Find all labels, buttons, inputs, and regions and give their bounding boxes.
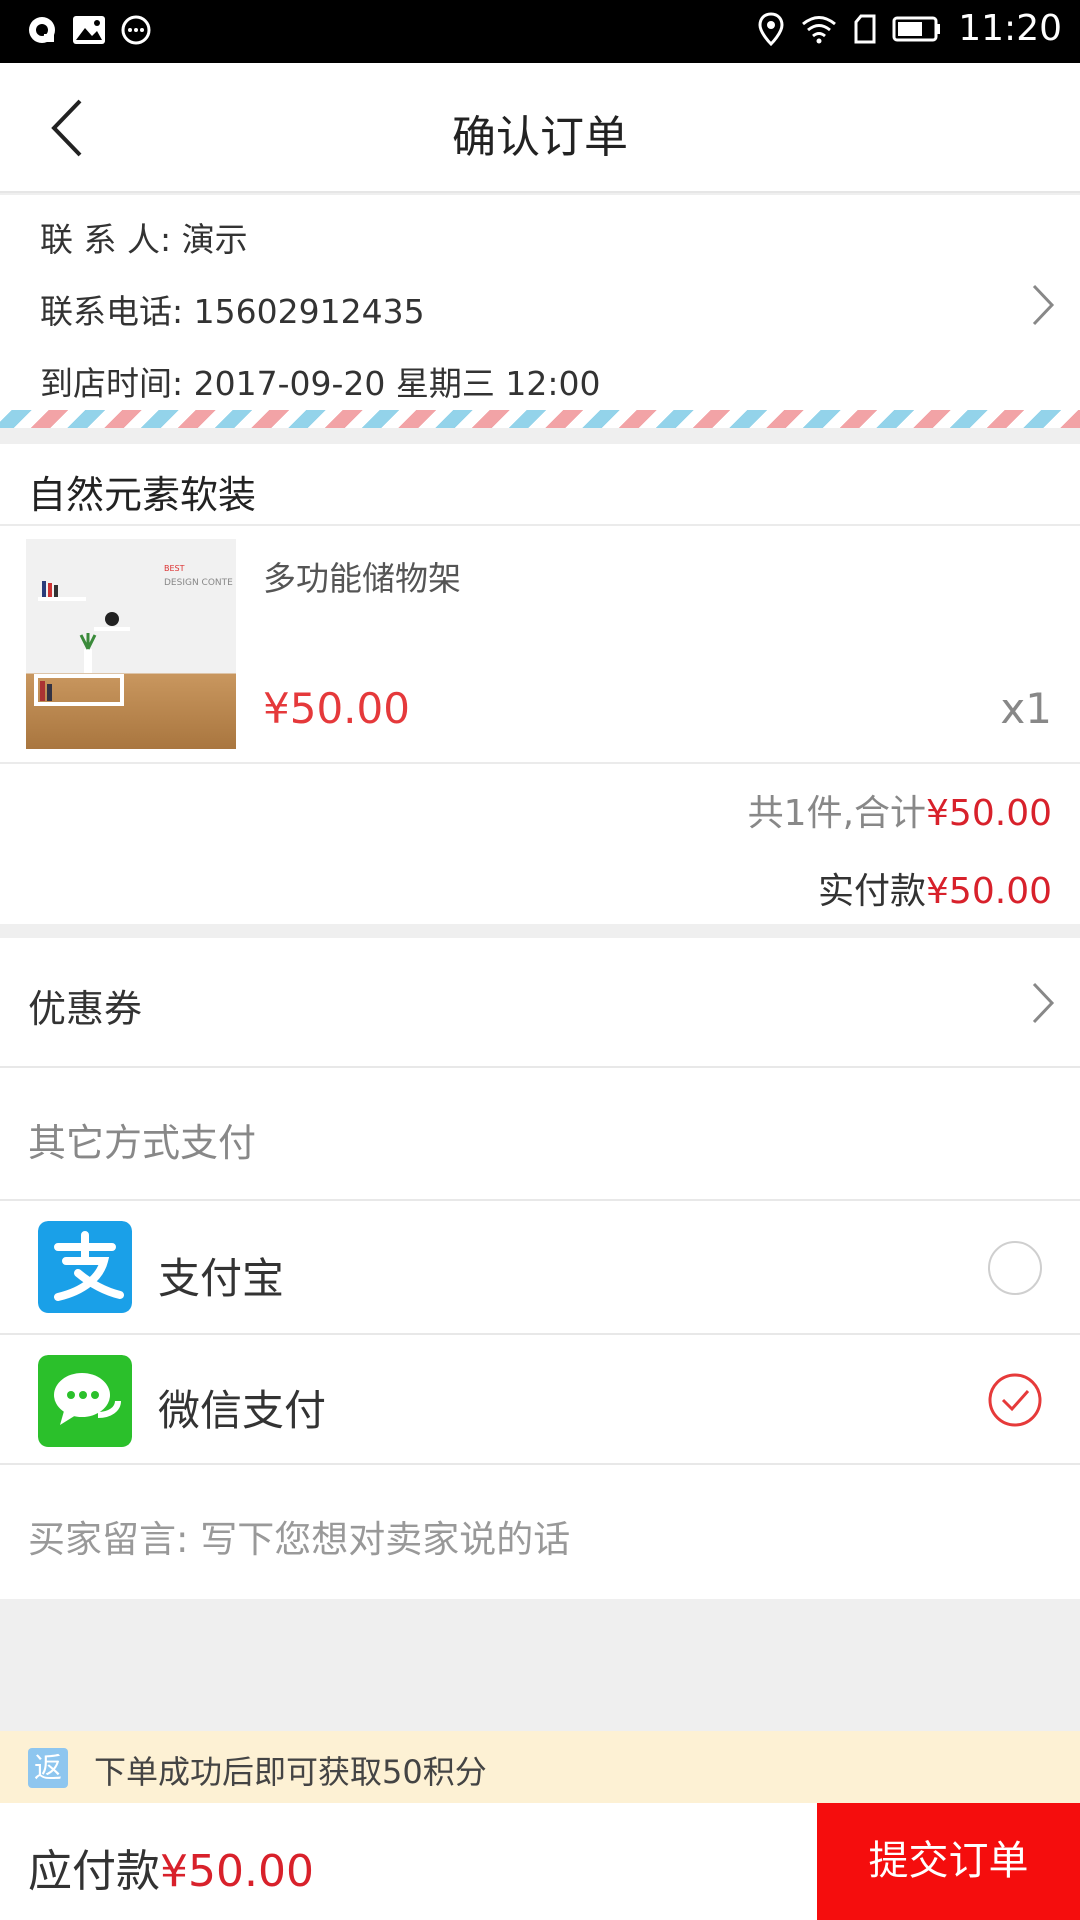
actual-payment-label: 实付款 — [818, 871, 927, 912]
contact-info-section[interactable]: 联 系 人: 演示 联系电话: 15602912435 到店时间: 2017-0… — [0, 195, 1080, 410]
wifi-icon — [802, 15, 837, 43]
product-name[interactable]: 多功能储物架 — [263, 552, 461, 600]
product-image-text-2: DESIGN CONTE — [164, 578, 233, 588]
contact-phone-row: 联系电话: 15602912435 — [40, 285, 425, 333]
gallery-notification-icon — [73, 16, 105, 44]
alipay-radio[interactable] — [988, 1241, 1042, 1295]
subtotal-value: ¥50.00 — [926, 793, 1052, 834]
status-bar: 11:20 — [0, 0, 1080, 63]
payment-section-header: 其它方式支付 — [0, 1068, 1080, 1201]
product-price: ¥50.00 — [263, 684, 410, 733]
actual-payment: 实付款¥50.00 — [818, 862, 1052, 914]
buyer-message-placeholder: 买家留言: 写下您想对卖家说的话 — [28, 1518, 571, 1561]
actual-payment-value: ¥50.00 — [926, 871, 1052, 912]
payment-option-label: 支付宝 — [158, 1254, 285, 1303]
chevron-right-icon[interactable] — [1028, 280, 1058, 330]
sim-card-icon — [854, 14, 876, 43]
wechat-icon — [38, 1355, 132, 1447]
top-nav-bar: 确认订单 — [0, 63, 1080, 193]
payment-option-alipay[interactable]: 支付宝 — [0, 1201, 1080, 1335]
product-quantity: x1 — [1000, 684, 1052, 733]
payment-option-label: 微信支付 — [158, 1386, 327, 1435]
payment-option-wechat[interactable]: 微信支付 — [0, 1335, 1080, 1465]
divider — [0, 524, 1080, 526]
rebate-badge: 返 — [28, 1748, 68, 1788]
chevron-right-icon — [1032, 982, 1055, 1024]
arrival-time-label: 到店时间: — [40, 364, 194, 403]
coupon-label: 优惠券 — [28, 987, 143, 1031]
product-image[interactable]: BEST DESIGN CONTE — [26, 539, 236, 749]
battery-icon — [892, 16, 941, 41]
chat-notification-icon — [121, 15, 151, 45]
product-image-illustration: BEST DESIGN CONTE — [34, 564, 233, 706]
bottom-checkout-bar: 应付款¥50.00 提交订单 — [0, 1803, 1080, 1920]
buyer-message-field[interactable]: 买家留言: 写下您想对卖家说的话 — [0, 1465, 1080, 1599]
status-bar-notifications — [26, 14, 152, 46]
payable-amount: 应付款¥50.00 — [28, 1835, 314, 1899]
points-reward-text: 下单成功后即可获取50积分 — [94, 1753, 487, 1791]
submit-order-button[interactable]: 提交订单 — [817, 1803, 1080, 1920]
arrival-time: 2017-09-20 星期三 12:00 — [193, 364, 601, 403]
contact-name-row: 联 系 人: 演示 — [40, 213, 248, 261]
clock: 11:20 — [958, 8, 1062, 49]
status-bar-system: 11:20 — [758, 8, 1062, 49]
payable-label: 应付款 — [28, 1846, 160, 1897]
location-icon — [758, 11, 784, 46]
wechat-radio-checked[interactable] — [988, 1373, 1042, 1427]
contact-phone: 15602912435 — [193, 292, 425, 331]
contact-name: 演示 — [181, 220, 248, 259]
subtotal-label: 共1件,合计 — [747, 793, 927, 834]
contact-phone-label: 联系电话: — [40, 292, 194, 331]
divider — [0, 762, 1080, 764]
points-reward-banner: 返 下单成功后即可获取50积分 — [0, 1731, 1080, 1803]
payment-section-label: 其它方式支付 — [28, 1121, 257, 1165]
payable-value: ¥50.00 — [160, 1846, 314, 1897]
order-items-section: 自然元素软装 BEST DESIGN CONTE 多功能储物架 ¥50.00 x… — [0, 444, 1080, 924]
qq-notification-icon — [29, 17, 55, 43]
airmail-divider — [0, 410, 1080, 428]
arrival-time-row: 到店时间: 2017-09-20 星期三 12:00 — [40, 357, 600, 405]
coupon-row[interactable]: 优惠券 — [0, 938, 1080, 1068]
subtotal: 共1件,合计¥50.00 — [748, 784, 1052, 836]
contact-name-label: 联 系 人: — [40, 220, 182, 259]
page-title: 确认订单 — [452, 112, 628, 163]
shop-name: 自然元素软装 — [28, 473, 257, 517]
product-image-text-1: BEST — [164, 564, 185, 573]
alipay-icon — [38, 1221, 132, 1313]
